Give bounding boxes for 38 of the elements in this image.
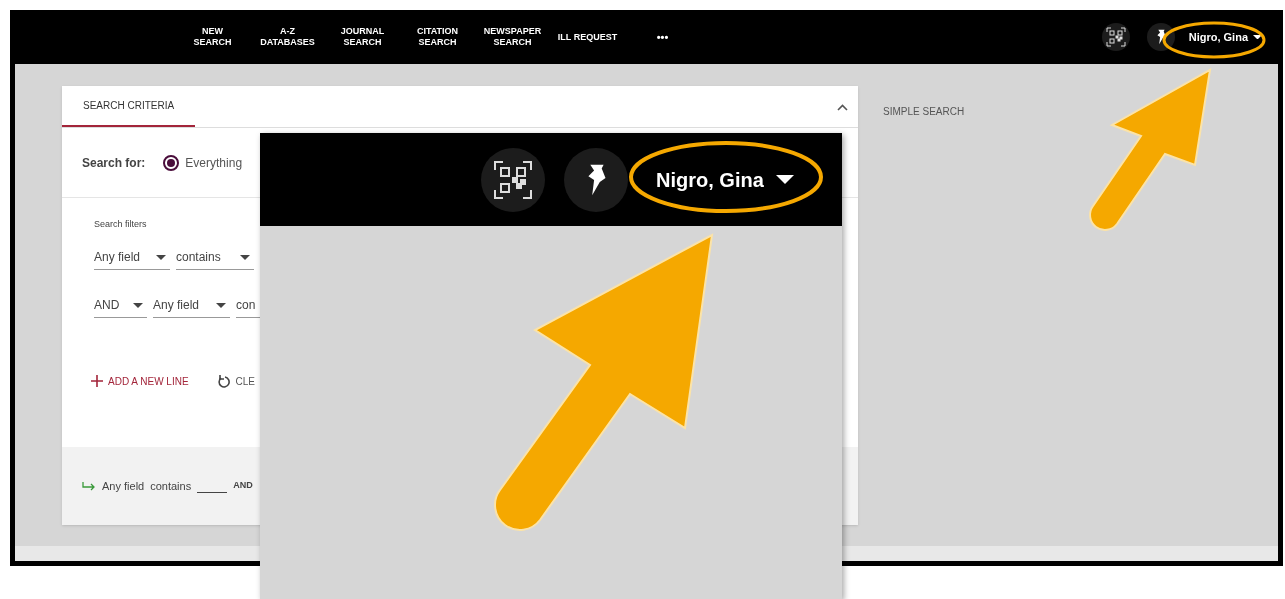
user-menu-button[interactable]: Nigro, Gina: [1188, 28, 1262, 46]
caret-icon: [775, 175, 794, 184]
qr-code-icon: [493, 159, 533, 200]
nav-link[interactable]: JOURNAL SEARCH: [325, 26, 400, 48]
arrow-icon: [82, 481, 96, 491]
nav-link[interactable]: A-Z DATABASES: [250, 26, 325, 48]
tab[interactable]: SEARCH CRITERIA: [62, 85, 196, 127]
add-line-button[interactable]: ADD A NEW LINE: [91, 373, 189, 389]
nav-link[interactable]: ILL REQUEST: [550, 31, 625, 43]
search-for-label: Search for:: [82, 154, 146, 172]
plus-icon: [91, 375, 103, 387]
caret-icon: [240, 254, 250, 260]
filters-label: Search filters: [94, 218, 148, 231]
simple-search-link[interactable]: SIMPLE SEARCH: [883, 104, 965, 116]
qr-code-button[interactable]: [1101, 23, 1130, 51]
qr-code-icon: [1105, 27, 1126, 47]
caret-icon: [133, 302, 143, 308]
reset-icon: [216, 374, 231, 388]
caret-icon: [156, 254, 166, 260]
nav-link[interactable]: NEWSPAPER SEARCH: [475, 26, 550, 48]
nav-link[interactable]: NEW SEARCH: [175, 26, 250, 48]
radio-option[interactable]: Everything: [163, 153, 243, 172]
chevron-up-icon[interactable]: [837, 104, 848, 111]
caret-icon: [1253, 34, 1262, 40]
dropdown[interactable]: contains: [176, 245, 254, 270]
summary-term: Any field: [102, 478, 145, 494]
caret-icon: [216, 302, 226, 308]
pin-button[interactable]: [1146, 23, 1175, 51]
clear-button[interactable]: CLE: [216, 373, 256, 389]
user-menu-button[interactable]: Nigro, Gina: [656, 164, 794, 195]
dropdown[interactable]: Any field: [153, 293, 230, 318]
summary-term: AND: [233, 479, 253, 493]
summary-term: contains: [150, 478, 192, 494]
nav-link[interactable]: CITATION SEARCH: [400, 26, 475, 48]
more-button[interactable]: •••: [625, 28, 700, 46]
dropdown[interactable]: AND: [94, 293, 147, 318]
radio-button[interactable]: [163, 154, 180, 171]
dropdown[interactable]: Any field: [94, 245, 170, 270]
